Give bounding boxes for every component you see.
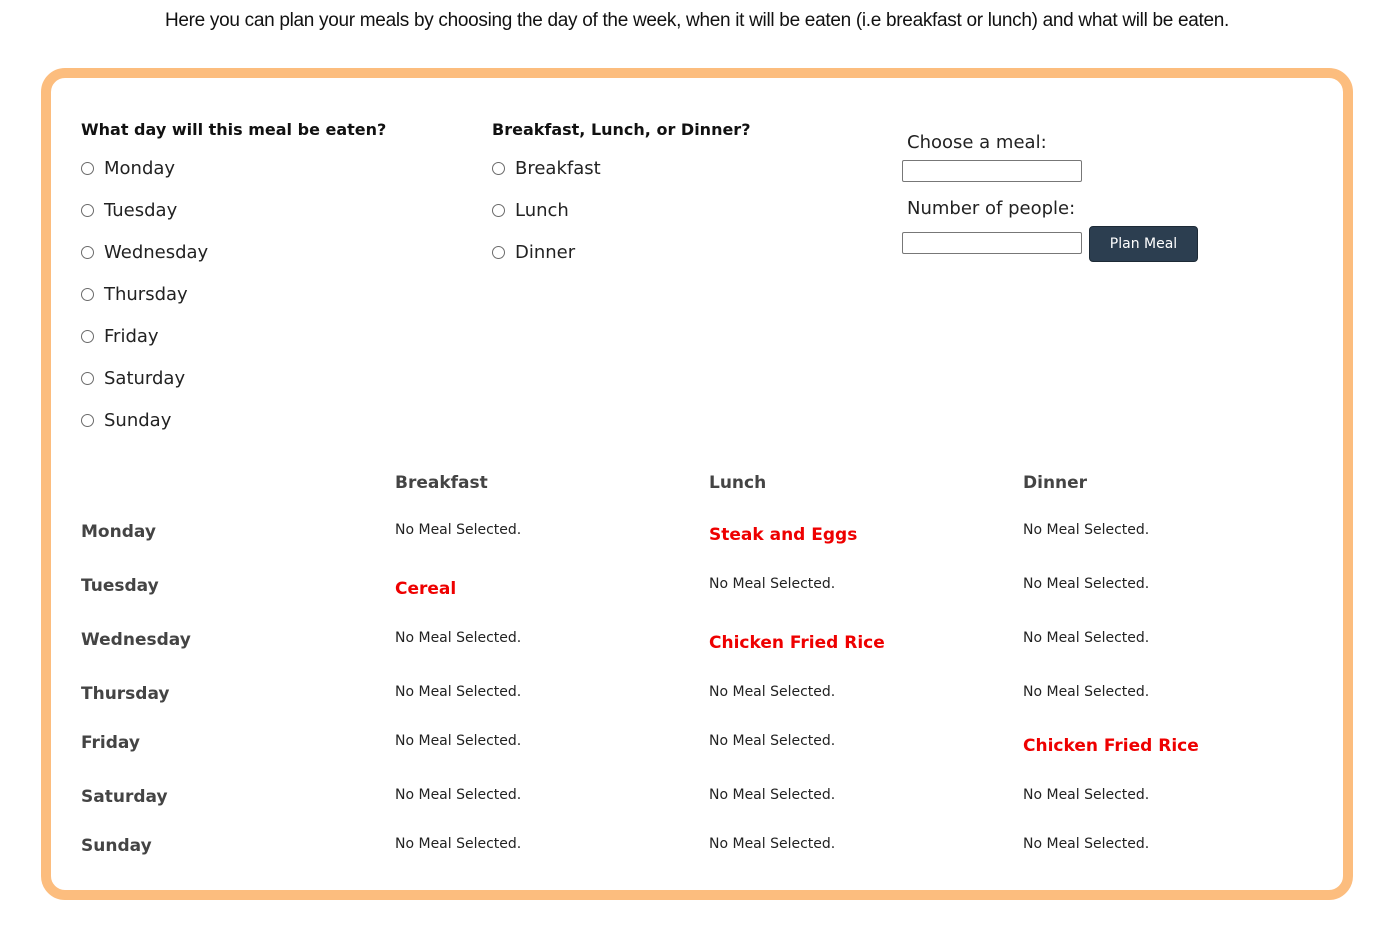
schedule-cell: No Meal Selected.	[1023, 576, 1150, 592]
schedule-cell: No Meal Selected.	[395, 522, 522, 538]
column-header-breakfast: Breakfast	[395, 473, 488, 493]
schedule-cell: No Meal Selected.	[395, 684, 522, 700]
meal-time-option-label: Lunch	[515, 199, 569, 221]
schedule-cell-meal: Chicken Fried Rice	[709, 633, 885, 653]
schedule-cell: No Meal Selected.	[1023, 684, 1150, 700]
plan-meal-button[interactable]: Plan Meal	[1089, 226, 1198, 262]
row-header-friday: Friday	[81, 733, 140, 753]
day-option-label: Tuesday	[104, 199, 178, 221]
meal-planner-panel	[41, 68, 1353, 900]
schedule-cell: No Meal Selected.	[709, 684, 836, 700]
meal-time-option-label: Dinner	[515, 241, 576, 263]
row-header-sunday: Sunday	[81, 836, 152, 856]
day-option-monday[interactable]: Monday	[81, 156, 175, 180]
day-option-label: Thursday	[104, 283, 188, 305]
day-option-label: Monday	[104, 157, 176, 179]
schedule-cell: No Meal Selected.	[1023, 630, 1150, 646]
day-option-label: Saturday	[104, 367, 186, 389]
meal-time-question-heading: Breakfast, Lunch, or Dinner?	[492, 120, 751, 139]
meal-time-option-breakfast[interactable]: Breakfast	[492, 156, 601, 180]
row-header-wednesday: Wednesday	[81, 630, 191, 650]
column-header-lunch: Lunch	[709, 473, 767, 493]
row-header-tuesday: Tuesday	[81, 576, 159, 596]
radio-button[interactable]	[81, 287, 94, 301]
schedule-cell-meal: Cereal	[395, 579, 457, 599]
schedule-cell: No Meal Selected.	[709, 733, 836, 749]
radio-button[interactable]	[492, 245, 505, 259]
schedule-cell: No Meal Selected.	[395, 787, 522, 803]
schedule-cell-meal: Chicken Fried Rice	[1023, 736, 1199, 756]
schedule-cell: No Meal Selected.	[1023, 787, 1150, 803]
radio-button[interactable]	[81, 329, 94, 343]
schedule-cell: No Meal Selected.	[709, 576, 836, 592]
number-of-people-label: Number of people:	[907, 198, 1076, 219]
schedule-cell: No Meal Selected.	[709, 836, 836, 852]
column-header-dinner: Dinner	[1023, 473, 1088, 493]
row-header-thursday: Thursday	[81, 684, 170, 704]
meal-time-option-label: Breakfast	[515, 157, 601, 179]
day-option-label: Wednesday	[104, 241, 209, 263]
choose-meal-label: Choose a meal:	[907, 132, 1047, 153]
number-of-people-input[interactable]	[902, 232, 1082, 254]
day-option-tuesday[interactable]: Tuesday	[81, 198, 177, 222]
radio-button[interactable]	[81, 371, 94, 385]
schedule-cell: No Meal Selected.	[1023, 522, 1150, 538]
row-header-saturday: Saturday	[81, 787, 168, 807]
meal-time-option-lunch[interactable]: Lunch	[492, 198, 569, 222]
intro-text: Here you can plan your meals by choosing…	[164, 10, 1230, 31]
day-option-sunday[interactable]: Sunday	[81, 408, 171, 432]
choose-meal-input[interactable]	[902, 160, 1082, 182]
radio-button[interactable]	[81, 161, 94, 175]
radio-button[interactable]	[81, 413, 94, 427]
day-option-saturday[interactable]: Saturday	[81, 366, 185, 390]
schedule-cell: No Meal Selected.	[395, 630, 522, 646]
radio-button[interactable]	[492, 161, 505, 175]
radio-button[interactable]	[492, 203, 505, 217]
schedule-cell: No Meal Selected.	[709, 787, 836, 803]
day-option-label: Sunday	[104, 409, 172, 431]
day-question-heading: What day will this meal be eaten?	[81, 120, 387, 139]
day-option-thursday[interactable]: Thursday	[81, 282, 188, 306]
schedule-cell: No Meal Selected.	[1023, 836, 1150, 852]
day-option-wednesday[interactable]: Wednesday	[81, 240, 208, 264]
radio-button[interactable]	[81, 245, 94, 259]
meal-time-option-dinner[interactable]: Dinner	[492, 240, 575, 264]
row-header-monday: Monday	[81, 522, 156, 542]
radio-button[interactable]	[81, 203, 94, 217]
schedule-cell-meal: Steak and Eggs	[709, 525, 858, 545]
day-option-label: Friday	[104, 325, 159, 347]
day-option-friday[interactable]: Friday	[81, 324, 159, 348]
schedule-cell: No Meal Selected.	[395, 836, 522, 852]
schedule-cell: No Meal Selected.	[395, 733, 522, 749]
